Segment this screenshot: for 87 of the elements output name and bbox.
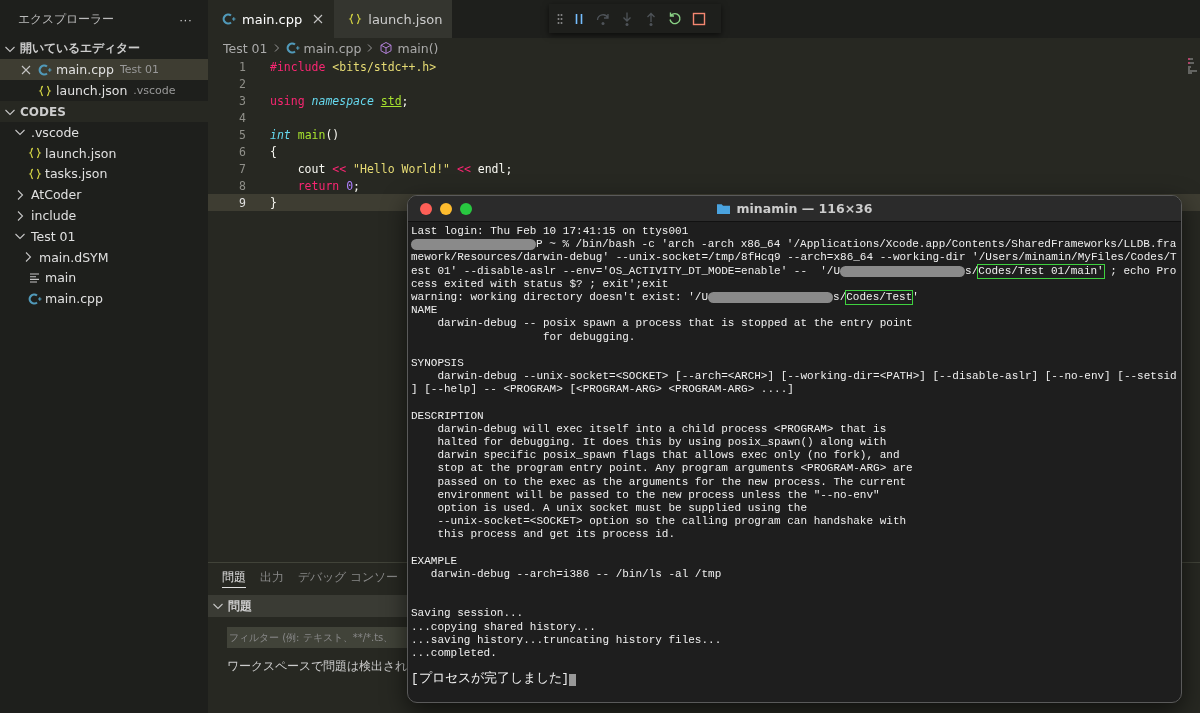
folder-item[interactable]: main.dSYM [0, 246, 208, 268]
terminal-text: darwin-debug will exec itself into a child process <PROGRAM> that is [436, 422, 887, 436]
terminal-text: darwin-debug --unix-socket=<SOCKET> [--arch=<ARCH>] [--working-dir=<PATH>] [--disable-aslr] [--no-env] [--setsid [436, 370, 1177, 384]
folder-item[interactable]: .vscode [0, 122, 208, 143]
section-header[interactable]: 開いているエディター [0, 38, 208, 59]
more-actions-button[interactable]: ··· [175, 11, 196, 27]
terminal-text: this process and get its process id. [436, 528, 676, 542]
code-line: using namespace std; [270, 93, 409, 108]
open-editor-item[interactable]: launch.json .vscode [0, 80, 208, 101]
minimize-window-button[interactable] [440, 202, 452, 215]
breadcrumb-item[interactable]: main() [397, 40, 439, 56]
code-line: int main() [270, 127, 340, 142]
panel-tab[interactable]: デバッグ コンソー [298, 569, 398, 588]
breadcrumb-item[interactable]: Test 01 [223, 40, 268, 56]
terminal-text: halted for debugging. It does this by using posix_spawn() along with [436, 436, 887, 450]
terminal-text: passed on to the exec as the arguments for the new process. The current [436, 475, 907, 489]
file-item[interactable]: main [0, 267, 208, 289]
code-line: #include <bits/stdc++.h> [270, 59, 437, 74]
terminal-text: warning: working directory doesn't exist: '/U [411, 290, 709, 305]
code-line: cout << "Hello World!" << endl; [296, 161, 513, 176]
folder-item[interactable]: AtCoder [0, 184, 208, 206]
section-header[interactable]: CODES [0, 101, 208, 122]
filter-field[interactable]: フィルター (例: テキスト、**/*.ts、 [227, 627, 407, 648]
sidebar-title: エクスプローラー [18, 10, 114, 28]
terminal-text: SYNOPSIS [411, 356, 464, 371]
terminal-text: stop at the program entry point. Any program arguments <PROGRAM-ARG> are [436, 462, 913, 476]
line-number: 1 [238, 59, 246, 74]
terminal-text: mework/Resources/darwin-debug' --unix-socket=/tmp/8fHcq9 --arch=x86_64 --working-dir '/Users/minamin/MyFiles/Codes/T [411, 251, 1177, 265]
stop-icon[interactable] [691, 10, 707, 27]
code-line: return 0; [296, 178, 361, 193]
terminal-text: [プロセスが完了しました] [411, 673, 569, 687]
file-item[interactable]: tasks.json [0, 163, 208, 185]
window-title: minamin — 116×36 [736, 201, 873, 216]
highlighted-path: Codes/Test 01/main' [978, 264, 1104, 278]
terminal-text: ' [912, 290, 919, 305]
terminal-text: P ~ % /bin/bash -c 'arch -arch x86_64 '/Applications/Xcode.app/Contents/SharedFrameworks/LLDB.fra [536, 238, 1177, 252]
file-item[interactable]: main.cpp [0, 288, 208, 310]
terminal-text: s/ [833, 290, 847, 305]
terminal-text: DESCRIPTION [411, 409, 484, 423]
line-number: 5 [238, 127, 246, 142]
close-icon[interactable] [312, 13, 325, 25]
terminal-text: environment will be passed to the new process unless the "--no-env" [436, 488, 880, 502]
line-number: 6 [238, 144, 246, 159]
terminal-text: ...copying shared history... [411, 620, 596, 634]
terminal-text: for debugging. [542, 330, 636, 344]
section-header[interactable]: 問題 [208, 595, 407, 617]
terminal-text: Last login: Thu Feb 10 17:41:15 on ttys001 [411, 225, 689, 239]
panel-tab[interactable]: 問題 [222, 569, 246, 588]
terminal-text: Saving session... [411, 607, 524, 621]
terminal-text: ...saving history...truncating history files... [411, 633, 722, 647]
line-number: 7 [238, 161, 246, 176]
line-number: 2 [238, 76, 246, 91]
line-number: 4 [238, 110, 246, 125]
terminal-text: darwin-debug -- posix spawn a process that is stopped at the entry point [436, 317, 913, 331]
terminal-text: --unix-socket=<SOCKET> option so the calling program can handshake with [436, 515, 907, 529]
terminal-text: NAME [411, 304, 438, 318]
terminal-text: darwin specific posix_spawn flags that allows exec only (no fork), and [436, 449, 900, 463]
breadcrumb-item[interactable]: main.cpp [303, 40, 362, 56]
file-item[interactable]: launch.json [0, 142, 208, 164]
terminal-text: cess exited with status $? ; exit';exit [411, 277, 669, 291]
terminal-text: est 01' --disable-aslr --env='OS_ACTIVITY_DT_MODE=enable' -- '/U [411, 264, 841, 278]
close-window-button[interactable] [420, 202, 432, 215]
code-line: } [270, 195, 277, 210]
terminal-text: s/ [965, 264, 979, 278]
restart-icon[interactable] [667, 10, 683, 27]
folder-item[interactable]: Test 01 [0, 226, 208, 247]
line-number: 9 [238, 195, 246, 210]
open-editor-item[interactable]: main.cpp Test 01 [0, 59, 208, 80]
maximize-window-button[interactable] [460, 202, 472, 215]
line-number: 8 [238, 178, 246, 193]
terminal-text: ...completed. [411, 647, 497, 661]
panel-tab[interactable]: 出力 [260, 569, 284, 588]
terminal-text: option is used. A unix socket must be supplied using the [436, 501, 808, 516]
line-number: 3 [238, 93, 246, 108]
highlighted-path: Codes/Test [846, 290, 913, 305]
drag-handle-icon[interactable] [557, 12, 563, 25]
status-message: ワークスペースで問題は検出され [227, 658, 408, 675]
folder-icon [716, 202, 732, 215]
editor-tab[interactable]: launch.json [334, 0, 453, 38]
folder-item[interactable]: include [0, 205, 208, 226]
close-icon[interactable] [20, 63, 32, 76]
terminal-text: EXAMPLE [411, 554, 458, 568]
editor-tab[interactable]: main.cpp [208, 0, 335, 38]
terminal-text: darwin-debug --arch=i386 -- /bin/ls -al /tmp [429, 567, 722, 582]
terminal-text: ] [--help] -- <PROGRAM> [<PROGRAM-ARG> <PROGRAM-ARG> ....] [411, 383, 794, 397]
terminal-text: ; echo Pro [1109, 264, 1177, 278]
code-line: { [270, 144, 277, 159]
